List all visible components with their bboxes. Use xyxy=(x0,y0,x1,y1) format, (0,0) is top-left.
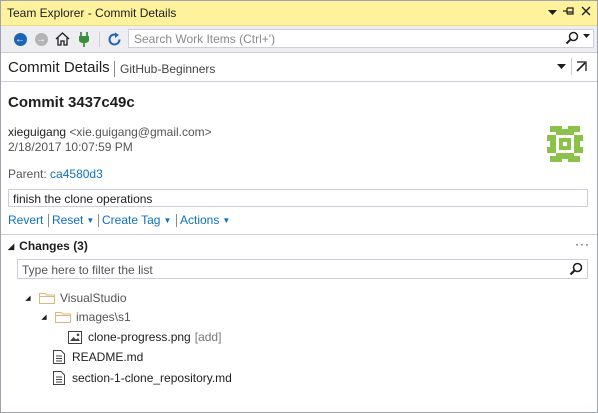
toolbar: ← → Search Work Items (Ctrl+') xyxy=(1,26,597,53)
create-tag-link[interactable]: Create Tag ▼ xyxy=(102,213,171,227)
header-separator xyxy=(114,61,115,77)
revert-link[interactable]: Revert xyxy=(8,213,43,227)
changes-count: (3) xyxy=(73,239,88,253)
page-menu-dropdown-icon[interactable] xyxy=(557,62,566,72)
search-dropdown-icon[interactable] xyxy=(583,34,590,41)
action-separator xyxy=(176,214,177,227)
reset-dropdown-icon: ▼ xyxy=(86,216,95,225)
search-placeholder: Search Work Items (Ctrl+') xyxy=(134,32,276,46)
actions-label: Actions xyxy=(180,213,220,227)
search-icon[interactable] xyxy=(569,262,583,279)
collapse-triangle-icon[interactable]: ◢ xyxy=(8,242,14,251)
tree-item-label: README.md xyxy=(72,350,144,364)
tree-item-folder[interactable]: ◢ VisualStudio xyxy=(23,289,127,307)
title-bar: Team Explorer - Commit Details xyxy=(1,1,597,26)
page-header: Commit Details GitHub-Beginners xyxy=(1,53,597,82)
folder-icon xyxy=(39,291,55,305)
author-name[interactable]: xieguigang xyxy=(8,125,66,139)
collapse-triangle-icon[interactable]: ◢ xyxy=(39,313,49,321)
tree-item-label: images\s1 xyxy=(76,310,131,324)
author-line: xieguigang <xie.guigang@gmail.com> xyxy=(8,125,212,139)
tree-item-folder[interactable]: ◢ images\s1 xyxy=(39,308,131,326)
collapse-triangle-icon[interactable]: ◢ xyxy=(23,294,33,302)
refresh-icon[interactable] xyxy=(105,30,123,48)
pin-icon[interactable] xyxy=(561,5,577,21)
back-arrow-icon[interactable]: ← xyxy=(11,30,29,48)
author-email: <xie.guigang@gmail.com> xyxy=(69,125,212,139)
toolbar-separator xyxy=(99,32,100,47)
team-explorer-window: Team Explorer - Commit Details ← → Searc… xyxy=(0,0,598,413)
actions-dropdown-icon: ▼ xyxy=(222,216,231,225)
commit-title: Commit 3437c49c xyxy=(8,94,135,111)
folder-icon xyxy=(55,310,71,324)
changes-section-header[interactable]: ◢ Changes (3) xyxy=(8,239,88,253)
search-work-items-input[interactable]: Search Work Items (Ctrl+') xyxy=(128,29,594,48)
action-separator xyxy=(48,214,49,227)
reset-label: Reset xyxy=(52,213,84,227)
tree-item-file[interactable]: clone-progress.png [add] xyxy=(67,328,221,346)
window-menu-dropdown-icon[interactable] xyxy=(544,5,560,21)
changes-label: Changes xyxy=(19,239,70,253)
repository-name: GitHub-Beginners xyxy=(120,62,216,76)
tree-item-file[interactable]: README.md xyxy=(51,348,143,366)
parent-line: Parent: ca4580d3 xyxy=(8,167,103,181)
forward-arrow-icon[interactable]: → xyxy=(32,30,50,48)
tree-item-label: clone-progress.png xyxy=(88,330,191,344)
parent-label: Parent: xyxy=(8,167,47,181)
close-icon[interactable] xyxy=(578,5,594,21)
commit-date: 2/18/2017 10:07:59 PM xyxy=(8,140,133,154)
document-file-icon xyxy=(51,371,67,385)
create-tag-dropdown-icon: ▼ xyxy=(163,216,172,225)
create-tag-label: Create Tag xyxy=(102,213,161,227)
reset-link[interactable]: Reset ▼ xyxy=(52,213,94,227)
tree-item-label: VisualStudio xyxy=(60,291,127,305)
image-file-icon xyxy=(67,330,83,344)
more-options-icon[interactable]: ··· xyxy=(575,237,590,251)
actions-link[interactable]: Actions ▼ xyxy=(180,213,230,227)
tree-item-file[interactable]: section-1-clone_repository.md xyxy=(51,369,232,387)
tree-item-label: section-1-clone_repository.md xyxy=(72,371,232,385)
search-icon[interactable] xyxy=(565,31,579,48)
change-type-tag: [add] xyxy=(194,330,222,344)
commit-message[interactable]: finish the clone operations xyxy=(8,189,588,207)
parent-commit-link[interactable]: ca4580d3 xyxy=(50,167,103,181)
document-file-icon xyxy=(51,350,67,364)
popout-icon[interactable] xyxy=(571,58,590,75)
page-title: Commit Details xyxy=(8,59,110,76)
filter-placeholder: Type here to filter the list xyxy=(22,263,153,277)
plug-icon[interactable] xyxy=(75,30,93,48)
avatar xyxy=(547,126,583,162)
window-title: Team Explorer - Commit Details xyxy=(7,6,177,20)
action-separator xyxy=(98,214,99,227)
section-divider xyxy=(1,234,597,235)
filter-input[interactable]: Type here to filter the list xyxy=(17,259,588,279)
home-icon[interactable] xyxy=(53,30,71,48)
